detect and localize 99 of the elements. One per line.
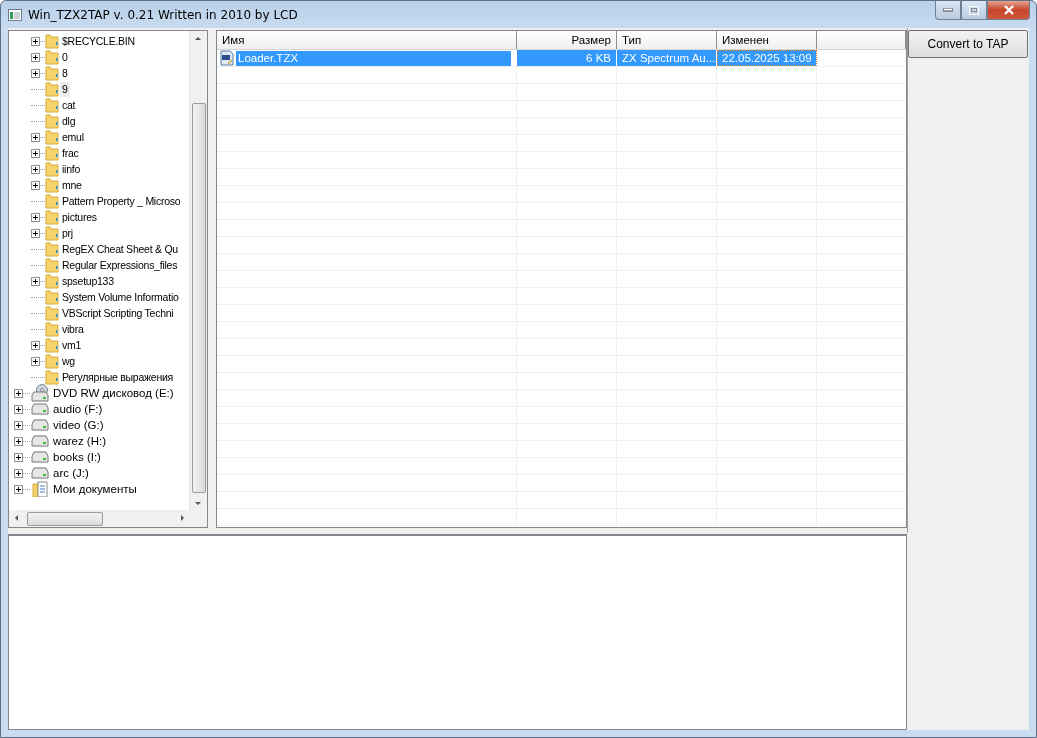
tree-item[interactable]: spsetup133	[60, 273, 116, 289]
tree-item[interactable]: warez (H:)	[51, 433, 109, 449]
folder-icon	[45, 369, 59, 385]
expand-button[interactable]	[31, 36, 40, 46]
tree-item[interactable]: vibra	[60, 321, 86, 337]
expand-button[interactable]	[14, 420, 23, 430]
tree-item[interactable]: VBScript Scripting Techni	[60, 305, 176, 321]
folder-icon	[45, 225, 59, 241]
column-header[interactable]: Тип	[617, 31, 717, 49]
expand-button[interactable]	[31, 132, 40, 142]
folder-icon	[45, 97, 59, 113]
tree-item[interactable]: System Volume Informatio	[60, 289, 181, 305]
column-header[interactable]: Размер	[517, 31, 617, 49]
folder-icon	[45, 49, 59, 65]
expand-button[interactable]	[31, 356, 40, 366]
tree-item[interactable]: DVD RW дисковод (E:)	[51, 385, 176, 401]
folder-icon	[45, 113, 59, 129]
file-list[interactable]: Имя Размер Тип Изменен Loader.TZX 6 KB ZX Spectrum Au... 22.05.2025 13:09	[216, 30, 907, 528]
tree-item[interactable]: Regular Expressions_files	[60, 257, 180, 273]
tree-item[interactable]: $RECYCLE.BIN	[60, 33, 137, 49]
expand-button[interactable]	[31, 180, 40, 190]
expand-button[interactable]	[31, 340, 40, 350]
drive-icon	[31, 403, 49, 415]
expand-button[interactable]	[31, 148, 40, 158]
tree-item[interactable]: frac	[60, 145, 81, 161]
expand-button[interactable]	[31, 212, 40, 222]
tree-item[interactable]: Мои документы	[51, 481, 139, 497]
folder-icon	[45, 81, 59, 97]
tree-item[interactable]: books (I:)	[51, 449, 103, 465]
close-button[interactable]	[987, 1, 1030, 20]
tree-item[interactable]: pictures	[60, 209, 99, 225]
expand-button[interactable]	[14, 452, 23, 462]
folder-icon	[45, 33, 59, 49]
tree-item[interactable]: Pattern Property _ Microso	[60, 193, 183, 209]
tree-item[interactable]: prj	[60, 225, 75, 241]
folder-icon	[45, 193, 59, 209]
folder-icon	[45, 273, 59, 289]
folder-icon	[45, 321, 59, 337]
maximize-button[interactable]	[961, 1, 987, 20]
window-title: Win_TZX2TAP v. 0.21 Written in 2010 by LCD	[28, 8, 298, 22]
maximize-icon	[969, 5, 979, 15]
tree-item[interactable]: dlg	[60, 113, 78, 129]
expand-button[interactable]	[14, 484, 23, 494]
expand-button[interactable]	[14, 468, 23, 478]
table-cell: 6 KB	[586, 50, 611, 66]
tree-item[interactable]: 8	[60, 65, 70, 81]
drive-icon	[31, 435, 49, 447]
table-cell: Loader.TZX	[236, 50, 511, 66]
expand-button[interactable]	[31, 52, 40, 62]
folder-icon	[45, 161, 59, 177]
tree-item[interactable]: wg	[60, 353, 77, 369]
folder-icon	[45, 353, 59, 369]
column-header[interactable]: Имя	[217, 31, 517, 49]
file-icon	[219, 50, 235, 66]
drive-icon	[31, 467, 49, 479]
folder-icon	[45, 177, 59, 193]
folder-icon	[45, 129, 59, 145]
tree-item[interactable]: video (G:)	[51, 417, 106, 433]
folder-icon	[45, 241, 59, 257]
convert-button[interactable]: Convert to TAP	[908, 30, 1028, 58]
tree-item[interactable]: RegEX Cheat Sheet & Qu	[60, 241, 180, 257]
drive-icon	[31, 451, 49, 463]
expand-button[interactable]	[31, 228, 40, 238]
expand-button[interactable]	[31, 276, 40, 286]
drive-icon	[31, 419, 49, 431]
close-icon	[1002, 5, 1015, 15]
tree-item[interactable]: emul	[60, 129, 86, 145]
tree-item[interactable]: arc (J:)	[51, 465, 91, 481]
tree-item[interactable]: vm1	[60, 337, 84, 353]
expand-button[interactable]	[14, 436, 23, 446]
tree-item[interactable]: iinfo	[60, 161, 82, 177]
minimize-button[interactable]	[935, 1, 961, 20]
expand-button[interactable]	[31, 164, 40, 174]
folder-icon	[45, 209, 59, 225]
documents-folder-icon	[32, 480, 48, 497]
tree-item[interactable]: Регулярные выражения	[60, 369, 175, 385]
folder-icon	[45, 145, 59, 161]
table-cell: ZX Spectrum Au...	[622, 50, 716, 66]
folder-tree[interactable]	[8, 30, 208, 528]
folder-icon	[45, 257, 59, 273]
table-cell: 22.05.2025 13:09	[722, 50, 812, 66]
tree-item[interactable]: 0	[60, 49, 70, 65]
tree-item[interactable]: 9	[60, 81, 70, 97]
tree-item[interactable]: audio (F:)	[51, 401, 105, 417]
minimize-icon	[943, 8, 953, 12]
tree-item[interactable]: cat	[60, 97, 78, 113]
horizontal-scrollbar[interactable]	[9, 510, 190, 527]
expand-button[interactable]	[31, 68, 40, 78]
folder-icon	[45, 289, 59, 305]
folder-icon	[45, 337, 59, 353]
expand-button[interactable]	[14, 404, 23, 414]
vertical-scrollbar[interactable]	[189, 31, 207, 527]
expand-button[interactable]	[14, 388, 23, 398]
folder-icon	[45, 65, 59, 81]
tree-item[interactable]: mne	[60, 177, 84, 193]
column-header[interactable]: Изменен	[717, 31, 817, 49]
dvd-drive-icon	[31, 384, 49, 402]
app-icon	[8, 9, 22, 21]
folder-icon	[45, 305, 59, 321]
